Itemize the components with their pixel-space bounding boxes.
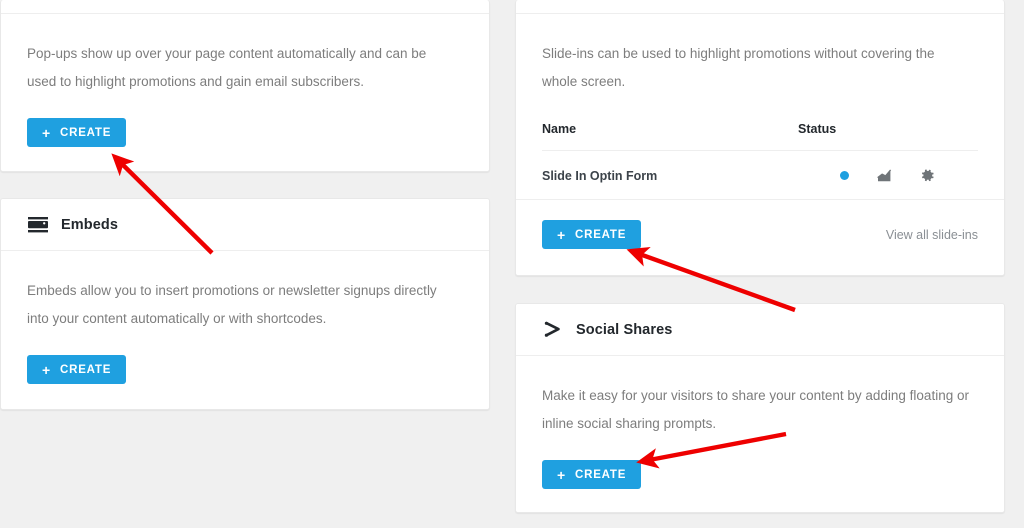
embeds-description: Embeds allow you to insert promotions or… [27, 283, 437, 326]
status-dot-icon[interactable] [840, 171, 849, 180]
social-shares-create-label: CREATE [574, 468, 627, 481]
popups-create-button[interactable]: + CREATE [27, 118, 127, 147]
row-name-cell: Slide In Optin Form [542, 168, 658, 183]
view-all-slideins-link[interactable]: View all slide-ins [886, 228, 978, 242]
slideins-card: Slide-ins can be used to highlight promo… [515, 0, 1005, 276]
plus-icon: + [557, 226, 566, 243]
popups-description: Pop-ups show up over your page content a… [27, 46, 427, 89]
share-arrow-icon [542, 319, 564, 341]
column-header-name: Name [542, 122, 577, 136]
dashboard-page: Pop-ups show up over your page content a… [0, 0, 1024, 528]
slideins-table-head: Name Status [542, 122, 978, 151]
plus-icon: + [42, 124, 51, 141]
slideins-description: Slide-ins can be used to highlight promo… [542, 46, 935, 89]
table-row[interactable]: Slide In Optin Form [542, 150, 978, 200]
row-actions-group [798, 168, 978, 183]
slideins-card-footer: + CREATE View all slide-ins [516, 199, 1004, 271]
slideins-card-body: Slide-ins can be used to highlight promo… [516, 14, 1004, 199]
embeds-card-body: Embeds allow you to insert promotions or… [1, 251, 489, 408]
table-header-row: Name Status [542, 122, 978, 151]
settings-gear-icon[interactable] [920, 168, 935, 183]
popups-card: Pop-ups show up over your page content a… [0, 0, 490, 172]
embeds-card-title: Embeds [61, 216, 119, 233]
social-shares-card: Social Shares Make it easy for your visi… [515, 303, 1005, 513]
slideins-table: Name Status Slide In Optin Form [542, 122, 978, 199]
slideins-create-label: CREATE [574, 228, 627, 241]
column-header-status: Status [798, 122, 837, 136]
plus-icon: + [42, 361, 51, 378]
slideins-table-body: Slide In Optin Form [542, 150, 978, 200]
popups-create-label: CREATE [59, 126, 112, 139]
embed-card-icon [27, 214, 49, 236]
social-shares-card-header: Social Shares [516, 304, 1004, 356]
social-shares-description: Make it easy for your visitors to share … [542, 388, 969, 431]
popups-card-body: Pop-ups show up over your page content a… [1, 14, 489, 171]
social-shares-card-title: Social Shares [576, 321, 673, 338]
row-actions-cell [798, 151, 978, 200]
embeds-create-label: CREATE [59, 363, 112, 376]
social-shares-card-body: Make it easy for your visitors to share … [516, 356, 1004, 513]
plus-icon: + [557, 466, 566, 483]
embeds-create-button[interactable]: + CREATE [27, 355, 127, 384]
slideins-create-button[interactable]: + CREATE [542, 220, 642, 249]
embeds-card: Embeds Embeds allow you to insert promot… [0, 198, 490, 410]
embeds-card-header: Embeds [1, 199, 489, 251]
social-shares-create-button[interactable]: + CREATE [542, 460, 642, 489]
analytics-icon[interactable] [877, 168, 892, 183]
